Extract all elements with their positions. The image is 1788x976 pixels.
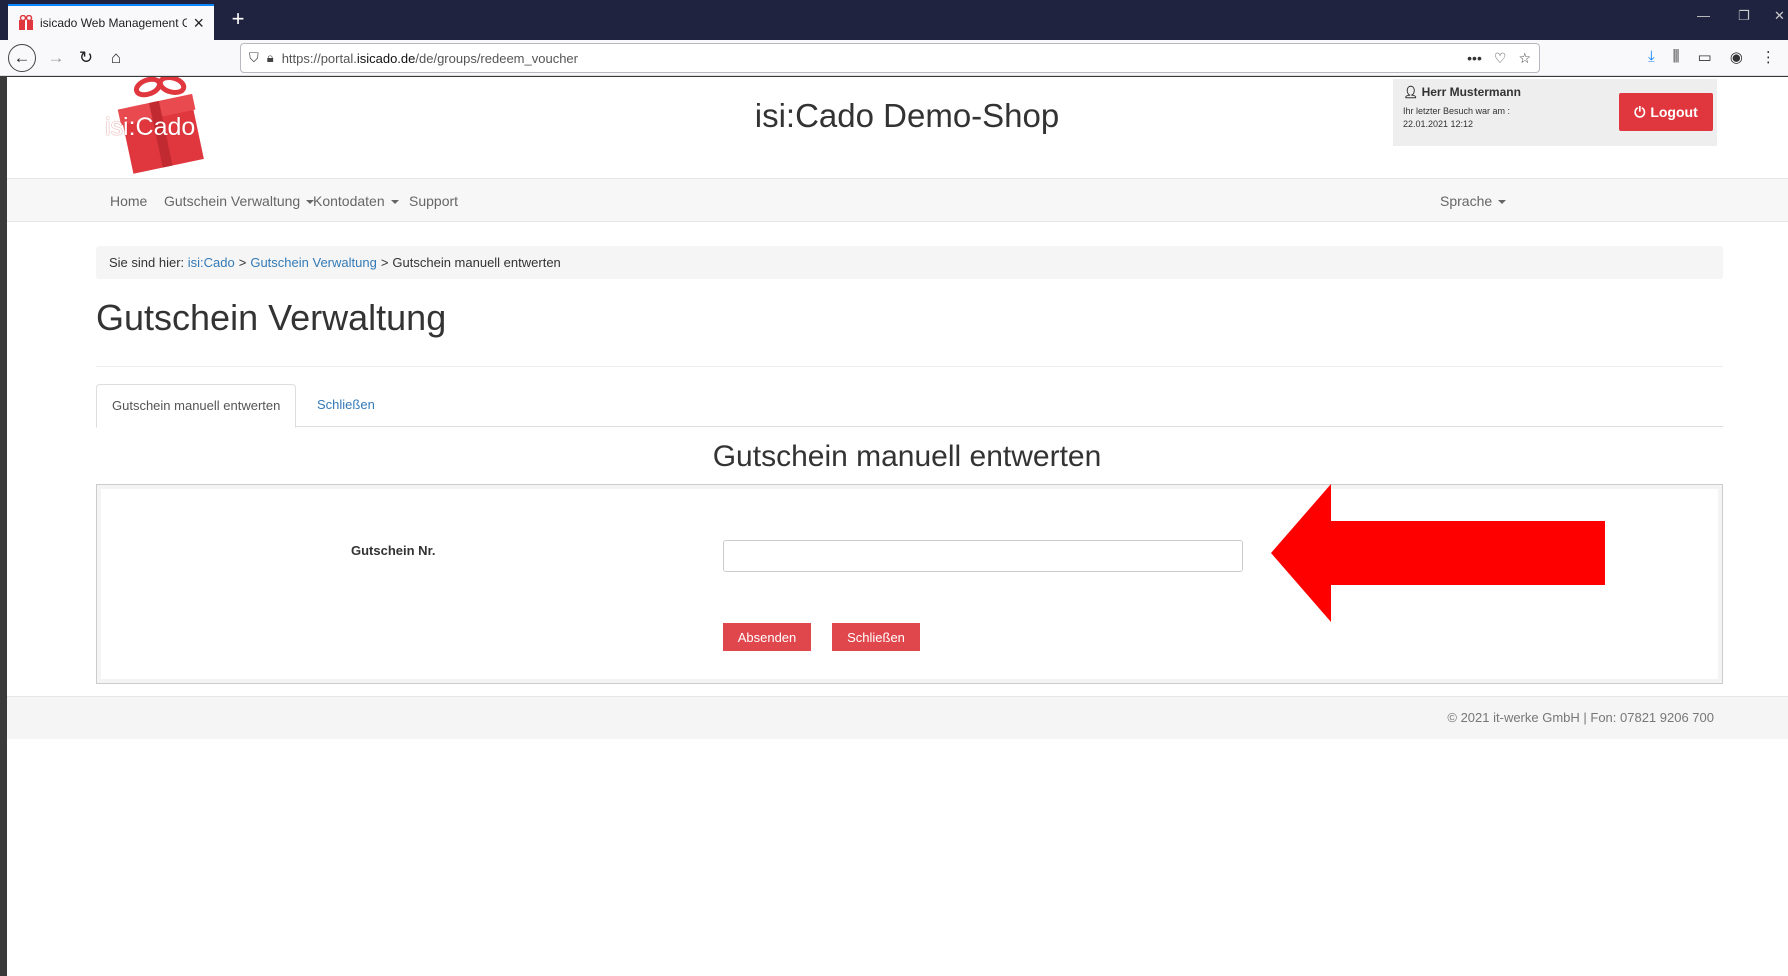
library-icon[interactable]: ⫼: [1673, 48, 1680, 66]
browser-tab-title: isicado Web Management Gut: [40, 16, 188, 30]
form-title: Gutschein manuell entwerten: [712, 440, 1102, 473]
back-button[interactable]: ←: [8, 44, 36, 72]
breadcrumb-voucher-link[interactable]: Gutschein Verwaltung: [250, 255, 376, 270]
reload-button[interactable]: ↻: [72, 44, 100, 72]
breadcrumb-home-link[interactable]: isi:Cado: [188, 255, 235, 270]
restore-icon[interactable]: ❐: [1738, 8, 1750, 24]
nav-language-label: Sprache: [1440, 193, 1493, 209]
browser-tab[interactable]: isicado Web Management Gut ×: [8, 4, 214, 40]
nav-home[interactable]: Home: [110, 179, 147, 223]
more-icon[interactable]: •••: [1467, 50, 1482, 67]
minimize-icon[interactable]: —: [1697, 8, 1710, 23]
last-visit-label: Ihr letzter Besuch war am :: [1403, 106, 1511, 116]
breadcrumb-separator: >: [238, 255, 247, 270]
nav-language[interactable]: Sprache: [1440, 179, 1507, 223]
red-arrow-left-icon: [1271, 484, 1605, 622]
user-name: Herr Mustermann: [1421, 85, 1521, 99]
new-tab-button[interactable]: +: [224, 6, 252, 34]
site-footer: © 2021 it-werke GmbH | Fon: 07821 9206 7…: [7, 696, 1788, 739]
home-icon: ⌂: [110, 48, 122, 67]
download-icon[interactable]: ⤓: [1648, 48, 1655, 66]
shield-icon: ⛉: [249, 50, 259, 65]
breadcrumb: Sie sind hier: isi:Cado > Gutschein Verw…: [96, 246, 1723, 279]
nav-voucher-admin-label: Gutschein Verwaltung: [164, 193, 301, 209]
breadcrumb-prefix: Sie sind hier:: [109, 255, 185, 270]
window-close-icon[interactable]: ✕: [1774, 8, 1785, 24]
sidebar-icon[interactable]: ▭: [1698, 48, 1712, 66]
tab-bar: Gutschein manuell entwerten Schließen: [96, 384, 1723, 428]
url-bar[interactable]: ⛉ 🔒︎ https://portal. isicado.de/de/groups…: [240, 43, 1540, 73]
nav-account[interactable]: Kontodaten: [313, 179, 399, 223]
submit-button[interactable]: Absenden: [723, 623, 811, 651]
footer-text: © 2021 it-werke GmbH | Fon: 07821 9206 7…: [1447, 710, 1714, 725]
last-visit-value: 22.01.2021 12:12: [1403, 119, 1474, 129]
breadcrumb-separator: >: [380, 255, 389, 270]
browser-navbar: ← → ↻ ⌂ ⛉ 🔒︎ https://portal. isicado.de/d…: [0, 40, 1788, 76]
web-page: isi:Cado isi:Cado Demo-Shop 👤︎ Herr Must…: [7, 75, 1788, 976]
url-prefix: https://portal.: [281, 50, 357, 66]
menu-icon[interactable]: ⋮: [1761, 48, 1776, 66]
logout-button[interactable]: ⏻ Logout: [1619, 93, 1713, 131]
url-domain: isicado.de: [356, 50, 416, 66]
forward-button[interactable]: →: [42, 44, 70, 72]
url-path: /de/groups/redeem_voucher: [415, 50, 578, 66]
pocket-icon[interactable]: ♡: [1494, 50, 1507, 67]
browser-tabbar: isicado Web Management Gut × + — ❐ ✕: [0, 0, 1788, 40]
tab-close-icon[interactable]: ×: [193, 13, 204, 34]
reload-icon: ↻: [78, 48, 94, 67]
power-icon: ⏻: [1634, 103, 1646, 120]
page-title: Gutschein Verwaltung: [96, 297, 447, 338]
home-button[interactable]: ⌂: [102, 44, 130, 72]
divider: [96, 366, 1723, 367]
main-navigation: Home Gutschein Verwaltung Kontodaten Sup…: [7, 178, 1788, 222]
close-button[interactable]: Schließen: [832, 623, 920, 651]
bookmark-star-icon[interactable]: ☆: [1518, 50, 1531, 67]
account-icon[interactable]: ◉: [1730, 48, 1743, 66]
voucher-number-label: Gutschein Nr.: [351, 543, 436, 558]
caret-down-icon: [1498, 200, 1507, 205]
site-header: isi:Cado isi:Cado Demo-Shop 👤︎ Herr Must…: [7, 75, 1788, 179]
arrow-right-icon: →: [47, 48, 65, 67]
logout-label: Logout: [1650, 104, 1698, 120]
tab-redeem-voucher[interactable]: Gutschein manuell entwerten: [96, 384, 297, 428]
user-icon: 👤︎: [1403, 85, 1419, 99]
nav-account-label: Kontodaten: [313, 193, 385, 209]
arrow-left-icon: ←: [13, 48, 31, 67]
gift-favicon-icon: [18, 14, 34, 31]
nav-support[interactable]: Support: [409, 179, 458, 223]
lock-icon: 🔒︎: [266, 50, 274, 65]
nav-voucher-admin[interactable]: Gutschein Verwaltung: [164, 179, 315, 223]
voucher-number-input[interactable]: [723, 540, 1243, 572]
caret-down-icon: [390, 200, 399, 205]
tab-close[interactable]: Schließen: [302, 384, 390, 427]
breadcrumb-current: Gutschein manuell entwerten: [392, 255, 561, 270]
last-visit-info: Ihr letzter Besuch war am : 22.01.2021 1…: [1403, 105, 1533, 131]
